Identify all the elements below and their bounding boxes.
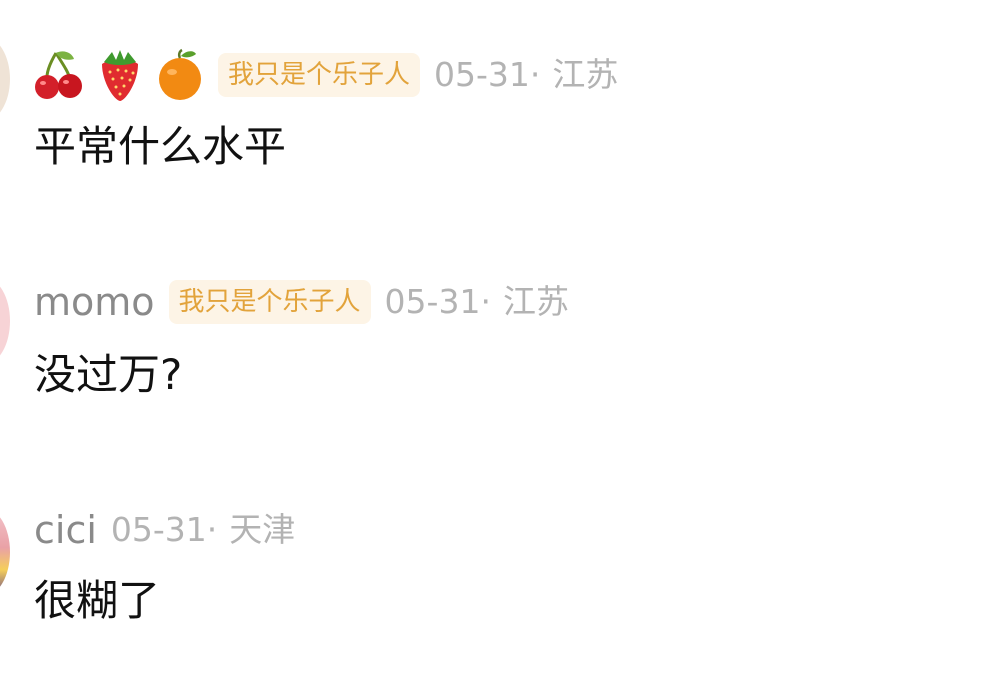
avatar[interactable] [0,508,10,596]
username[interactable]: cici [34,508,97,552]
avatar[interactable] [0,278,10,364]
comment-meta: cici 05-31· 天津 [34,508,295,552]
comment-date: 05-31· [384,282,491,321]
comment-region: 天津 [229,510,296,549]
comment-text: 没过万? [34,350,183,399]
user-badge: 我只是个乐子人 [218,53,421,97]
comment-meta: 我只是个乐子人 05-31· 江苏 [34,48,618,102]
comment-region: 江苏 [502,282,569,321]
username[interactable] [34,48,204,102]
user-badge: 我只是个乐子人 [168,280,371,324]
comment-region: 江苏 [552,55,619,94]
comment-date: 05-31· [110,510,218,549]
comment-text: 很糊了 [34,576,161,625]
comment-item: cici 05-31· 天津 很糊了 [0,460,988,700]
comment-item: momo 我只是个乐子人 05-31· 江苏 没过万? [0,230,988,460]
orange-icon [156,48,204,102]
cherry-icon [34,49,84,101]
strawberry-icon [96,48,144,102]
comment-text: 平常什么水平 [34,122,287,171]
username[interactable]: momo [34,280,155,324]
comment-meta: momo 我只是个乐子人 05-31· 江苏 [34,280,569,324]
avatar[interactable] [0,36,10,122]
comment-item: 我只是个乐子人 05-31· 江苏 平常什么水平 [0,0,988,230]
comment-date: 05-31· [434,55,541,94]
